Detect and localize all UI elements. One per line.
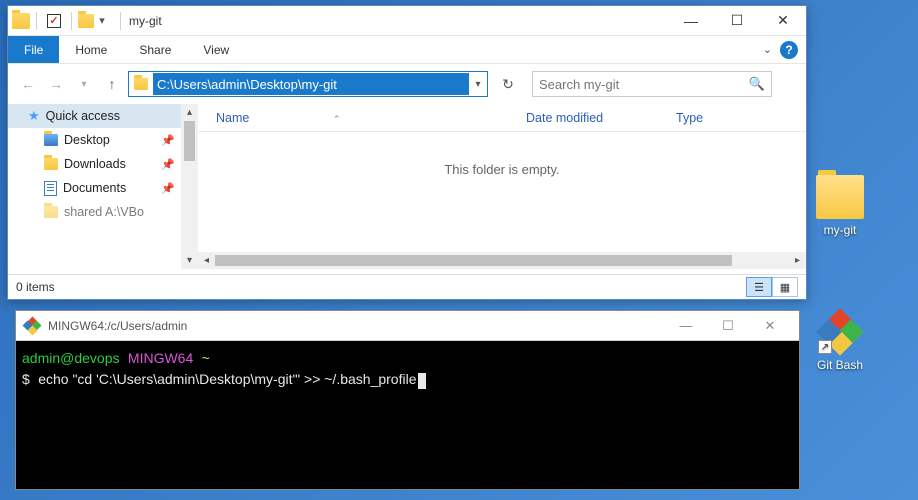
folder-icon (131, 74, 151, 94)
ribbon-tabs: File Home Share View ⌄ ? (8, 36, 806, 64)
refresh-button[interactable]: ↻ (496, 72, 520, 96)
horizontal-scrollbar[interactable]: ◂ ▸ (198, 252, 806, 269)
downloads-icon (44, 158, 58, 170)
folder-icon (816, 175, 864, 219)
terminal-body[interactable]: admin@devops MINGW64 ~ $ echo "cd 'C:\Us… (16, 341, 799, 399)
terminal-command: echo "cd 'C:\Users\admin\Desktop\my-git'… (38, 371, 416, 387)
details-view-button[interactable]: ☰ (746, 277, 772, 297)
sidebar-item-label: Quick access (46, 109, 120, 123)
folder-icon (12, 13, 30, 29)
address-input[interactable] (153, 73, 469, 95)
sidebar-quick-access[interactable]: ★ Quick access (8, 104, 181, 128)
address-bar[interactable]: ▾ (128, 71, 488, 97)
sidebar-item-documents[interactable]: Documents 📌 (8, 176, 181, 200)
git-bash-terminal-window: MINGW64:/c/Users/admin ― ☐ ✕ admin@devop… (15, 310, 800, 490)
folder-icon (78, 14, 94, 28)
scroll-down-icon[interactable]: ▾ (181, 252, 198, 269)
terminal-user: admin@devops (22, 350, 120, 366)
recent-dropdown[interactable]: ▾ (72, 72, 96, 96)
desktop-shortcut-git-bash[interactable]: ↗ Git Bash (802, 310, 878, 372)
up-button[interactable]: ↑ (100, 72, 124, 96)
empty-folder-message: This folder is empty. (198, 132, 806, 252)
status-bar: 0 items ☰ ▦ (8, 274, 806, 299)
search-input[interactable] (539, 77, 749, 92)
address-bar-row: ← → ▾ ↑ ▾ ↻ 🔍 (8, 64, 806, 104)
search-box[interactable]: 🔍 (532, 71, 772, 97)
minimize-button[interactable]: ― (665, 312, 707, 340)
column-header-label: Name (216, 111, 249, 125)
icons-view-button[interactable]: ▦ (772, 277, 798, 297)
sidebar-item-label: Downloads (64, 157, 126, 171)
scroll-thumb[interactable] (215, 255, 732, 266)
address-dropdown-icon[interactable]: ▾ (469, 79, 487, 90)
tab-file[interactable]: File (8, 36, 59, 63)
minimize-button[interactable]: ― (668, 6, 714, 36)
ribbon-expand-icon[interactable]: ⌄ (763, 43, 772, 56)
star-icon: ★ (28, 108, 40, 124)
pin-icon: 📌 (161, 134, 175, 147)
pin-icon: 📌 (161, 158, 175, 171)
desktop-icon-label: Git Bash (802, 358, 878, 372)
column-name[interactable]: Name ⌃ (216, 111, 526, 125)
back-button[interactable]: ← (16, 72, 40, 96)
documents-icon (44, 181, 57, 196)
scroll-up-icon[interactable]: ▴ (181, 104, 198, 121)
sidebar-item-downloads[interactable]: Downloads 📌 (8, 152, 181, 176)
column-date-modified[interactable]: Date modified (526, 111, 676, 125)
forward-button[interactable]: → (44, 72, 68, 96)
column-type[interactable]: Type (676, 111, 703, 125)
terminal-cwd: ~ (202, 350, 210, 366)
desktop-icon (44, 134, 58, 146)
git-bash-icon: ↗ (818, 310, 862, 354)
scroll-left-icon[interactable]: ◂ (198, 252, 215, 269)
navigation-pane: ★ Quick access Desktop 📌 Downloads 📌 Doc… (8, 104, 198, 269)
sidebar-item-shared[interactable]: shared A:\VBo (8, 200, 181, 224)
tab-share[interactable]: Share (123, 36, 187, 63)
close-button[interactable]: ✕ (760, 6, 806, 36)
sidebar-scrollbar[interactable]: ▴ ▾ (181, 104, 198, 269)
terminal-env: MINGW64 (128, 350, 193, 366)
terminal-titlebar: MINGW64:/c/Users/admin ― ☐ ✕ (16, 311, 799, 341)
scroll-thumb[interactable] (184, 121, 195, 161)
git-bash-icon (24, 318, 40, 334)
close-button[interactable]: ✕ (749, 312, 791, 340)
cursor (418, 373, 426, 389)
item-count: 0 items (16, 280, 55, 294)
sidebar-item-desktop[interactable]: Desktop 📌 (8, 128, 181, 152)
column-headers: Name ⌃ Date modified Type (198, 104, 806, 132)
maximize-button[interactable]: ☐ (707, 312, 749, 340)
sidebar-item-label: shared A:\VBo (64, 205, 144, 219)
sidebar-item-label: Documents (63, 181, 126, 195)
search-icon[interactable]: 🔍 (749, 76, 765, 92)
window-title: my-git (129, 14, 162, 28)
file-explorer-window: ✓ ▾ my-git ― ☐ ✕ File Home Share View ⌄ … (7, 5, 807, 300)
tab-home[interactable]: Home (59, 36, 123, 63)
terminal-title: MINGW64:/c/Users/admin (48, 319, 187, 333)
scroll-right-icon[interactable]: ▸ (789, 252, 806, 269)
folder-icon (44, 206, 58, 218)
file-list-pane: Name ⌃ Date modified Type This folder is… (198, 104, 806, 269)
help-icon[interactable]: ? (780, 41, 798, 59)
shortcut-arrow-icon: ↗ (818, 340, 832, 354)
titlebar: ✓ ▾ my-git ― ☐ ✕ (8, 6, 806, 36)
sidebar-item-label: Desktop (64, 133, 110, 147)
desktop-icon-label: my-git (802, 223, 878, 237)
qat-dropdown[interactable]: ▾ (96, 10, 108, 32)
desktop-folder-my-git[interactable]: my-git (802, 175, 878, 237)
pin-icon: 📌 (161, 182, 175, 195)
qat-checkbox-button[interactable]: ✓ (43, 10, 65, 32)
terminal-prompt: $ (22, 371, 30, 387)
tab-view[interactable]: View (187, 36, 245, 63)
maximize-button[interactable]: ☐ (714, 6, 760, 36)
sort-caret-icon: ⌃ (333, 114, 341, 124)
